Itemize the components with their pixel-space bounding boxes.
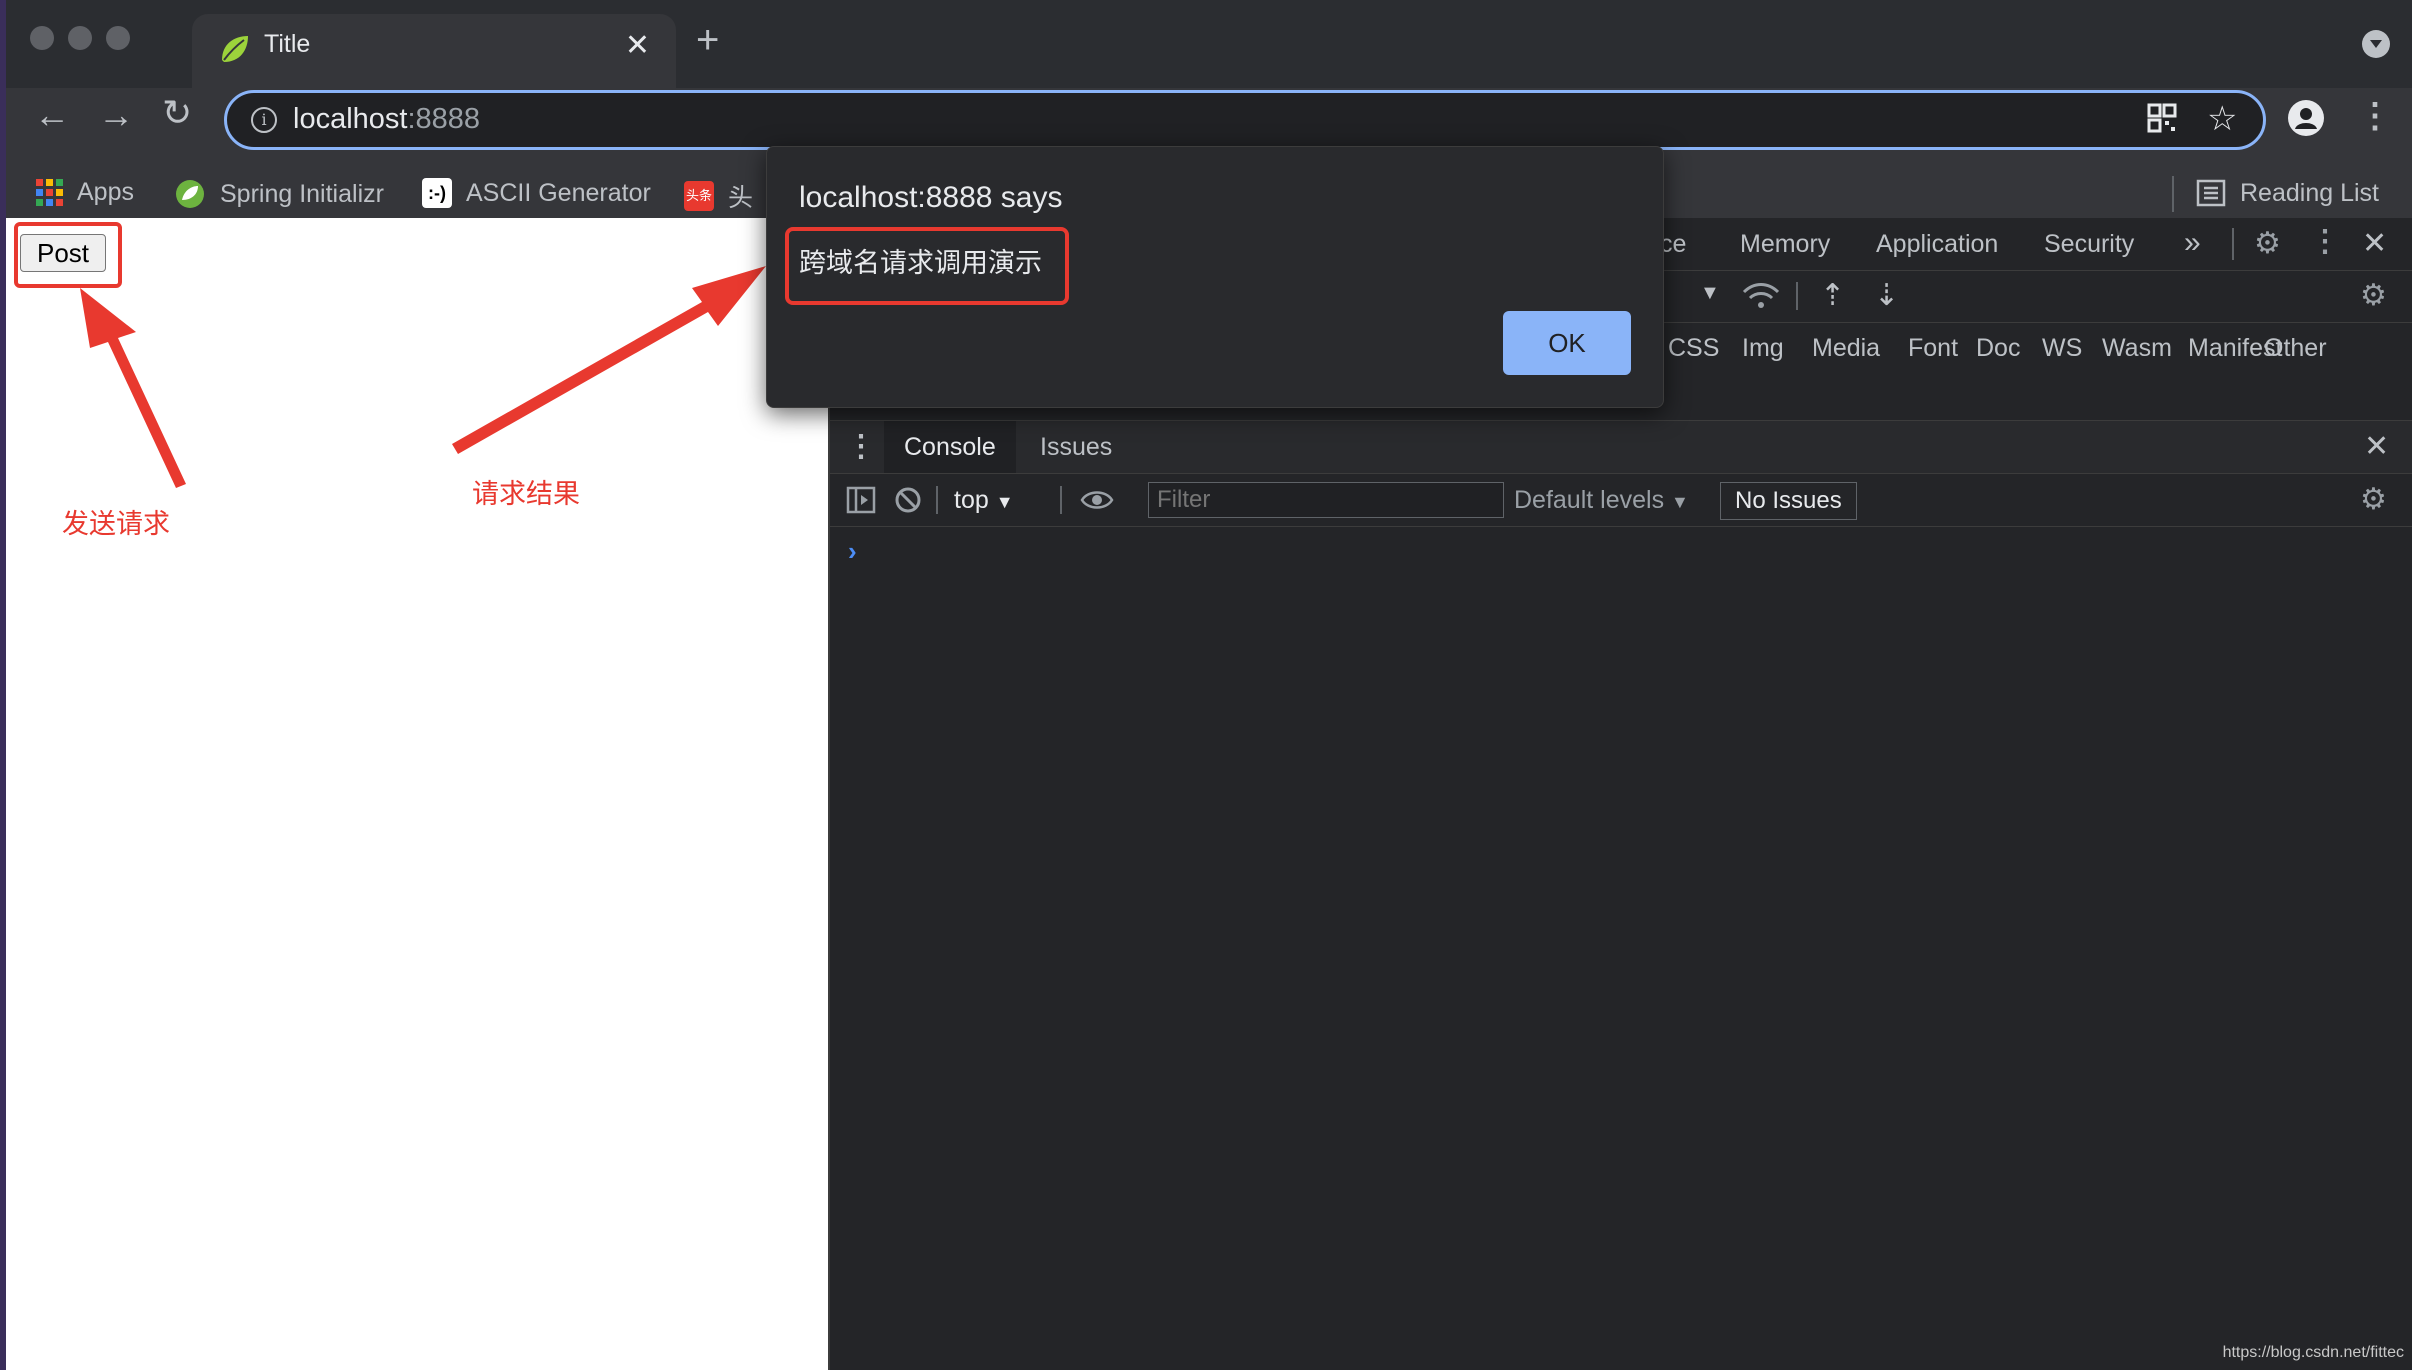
- filter-type-img[interactable]: Img: [1742, 334, 1784, 363]
- devtools-divider: [2232, 228, 2234, 260]
- reading-list-button[interactable]: Reading List: [2196, 178, 2379, 208]
- levels-dropdown-icon: ▼: [1671, 492, 1689, 512]
- reading-list-icon: [2196, 179, 2226, 207]
- clear-console-icon[interactable]: [894, 486, 922, 514]
- drawer-menu-icon[interactable]: ⋮: [846, 429, 876, 464]
- tab-search-icon[interactable]: [2362, 30, 2390, 58]
- console-sidebar-icon[interactable]: [846, 486, 876, 514]
- alert-dialog: localhost:8888 says 跨域名请求调用演示 OK: [766, 146, 1664, 408]
- close-tab-icon[interactable]: ✕: [625, 28, 650, 63]
- toutiao-icon: 头条: [684, 181, 714, 211]
- spring-leaf-icon: [222, 36, 248, 62]
- dialog-title: localhost:8888 says: [799, 181, 1063, 214]
- bookmark-ascii-generator[interactable]: :-) ASCII Generator: [422, 178, 651, 208]
- tab-title: Title: [264, 30, 311, 58]
- bookmark-apps[interactable]: Apps: [36, 178, 134, 207]
- apps-grid-icon: [36, 179, 63, 206]
- devtools-close-icon[interactable]: ✕: [2362, 226, 2387, 261]
- devtools-more-tabs-icon[interactable]: »: [2184, 226, 2201, 260]
- browser-menu-icon[interactable]: ⋮: [2358, 96, 2392, 136]
- live-expression-eye-icon[interactable]: [1080, 488, 1114, 512]
- export-har-icon[interactable]: ⇣: [1874, 278, 1899, 313]
- devtools-settings-icon[interactable]: ⚙: [2254, 226, 2281, 261]
- bookmark-spring-initializr[interactable]: Spring Initializr: [174, 178, 384, 210]
- filter-type-wasm[interactable]: Wasm: [2102, 334, 2172, 363]
- console-divider-2: [1060, 486, 1062, 514]
- filter-type-ws[interactable]: WS: [2042, 334, 2082, 363]
- ascii-face-icon: :-): [422, 178, 452, 208]
- console-prompt-icon[interactable]: ›: [848, 536, 857, 567]
- watermark: https://blog.csdn.net/fittec: [2222, 1344, 2404, 1361]
- filter-type-other[interactable]: Other: [2264, 334, 2327, 363]
- arrow-to-dialog-message: [452, 266, 766, 454]
- console-divider: [936, 486, 938, 514]
- context-selector[interactable]: top ▼: [954, 486, 1014, 515]
- devtools-tab-application[interactable]: Application: [1876, 230, 1998, 259]
- context-dropdown-icon: ▼: [995, 492, 1014, 512]
- import-har-icon[interactable]: ⇡: [1820, 278, 1845, 313]
- devtools-menu-icon[interactable]: ⋮: [2310, 224, 2340, 259]
- network-divider: [1796, 282, 1798, 310]
- bookmark-toutiao[interactable]: 头条 头: [684, 178, 753, 214]
- issues-counter[interactable]: No Issues: [1720, 482, 1857, 520]
- back-icon[interactable]: ←: [34, 94, 70, 136]
- window-close-dot[interactable]: [30, 26, 54, 50]
- arrow-to-post-button: [80, 288, 186, 488]
- log-levels-dropdown[interactable]: Default levels ▼: [1514, 486, 1689, 515]
- reload-icon[interactable]: ↻: [162, 92, 192, 134]
- url-text: localhost:8888: [293, 103, 481, 135]
- drawer-close-icon[interactable]: ✕: [2364, 429, 2389, 464]
- address-bar[interactable]: i localhost:8888 ☆: [224, 90, 2266, 150]
- drawer-tab-issues[interactable]: Issues: [1020, 421, 1132, 473]
- devtools-tab-security[interactable]: Security: [2044, 230, 2134, 259]
- qr-code-icon[interactable]: [2147, 103, 2177, 141]
- spring-leaf-icon: [176, 180, 204, 208]
- profile-avatar-icon[interactable]: [2288, 100, 2324, 136]
- annotation-send-request: 发送请求: [62, 509, 170, 539]
- annotation-request-result: 请求结果: [472, 479, 580, 509]
- console-toolbar: top ▼ Default levels ▼ No Issues ⚙: [830, 474, 2412, 527]
- bookmarks-divider: [2172, 176, 2174, 212]
- tab-strip: Title ✕ +: [6, 0, 2412, 88]
- throttle-dropdown-icon[interactable]: ▼: [1700, 282, 1720, 305]
- tab-active[interactable]: Title ✕: [192, 14, 676, 88]
- drawer-tabbar: ⋮ Console Issues ✕: [830, 420, 2412, 474]
- filter-type-css[interactable]: CSS: [1668, 334, 1719, 363]
- new-tab-icon[interactable]: +: [696, 20, 719, 60]
- console-settings-icon[interactable]: ⚙: [2360, 482, 2387, 517]
- forward-icon[interactable]: →: [98, 94, 134, 136]
- window-maximize-dot[interactable]: [106, 26, 130, 50]
- devtools-tab-memory[interactable]: Memory: [1740, 230, 1830, 259]
- network-settings-icon[interactable]: ⚙: [2360, 278, 2387, 313]
- dialog-message: 跨域名请求调用演示: [799, 248, 1042, 278]
- window-minimize-dot[interactable]: [68, 26, 92, 50]
- browser-window: Title ✕ + ← → ↻ i localhost:8888 ☆ ⋮ App…: [6, 0, 2412, 1370]
- page-viewport: Post 发送请求 请求结果: [6, 218, 828, 1370]
- site-info-icon[interactable]: i: [251, 107, 277, 133]
- console-filter-input[interactable]: [1148, 482, 1504, 518]
- filter-type-doc[interactable]: Doc: [1976, 334, 2020, 363]
- network-conditions-icon[interactable]: [1742, 282, 1780, 312]
- bookmark-star-icon[interactable]: ☆: [2207, 99, 2237, 139]
- annotation-arrows: [80, 266, 766, 488]
- filter-type-media[interactable]: Media: [1812, 334, 1880, 363]
- filter-type-font[interactable]: Font: [1908, 334, 1958, 363]
- drawer-tab-console[interactable]: Console: [884, 421, 1016, 473]
- ok-button[interactable]: OK: [1503, 311, 1631, 375]
